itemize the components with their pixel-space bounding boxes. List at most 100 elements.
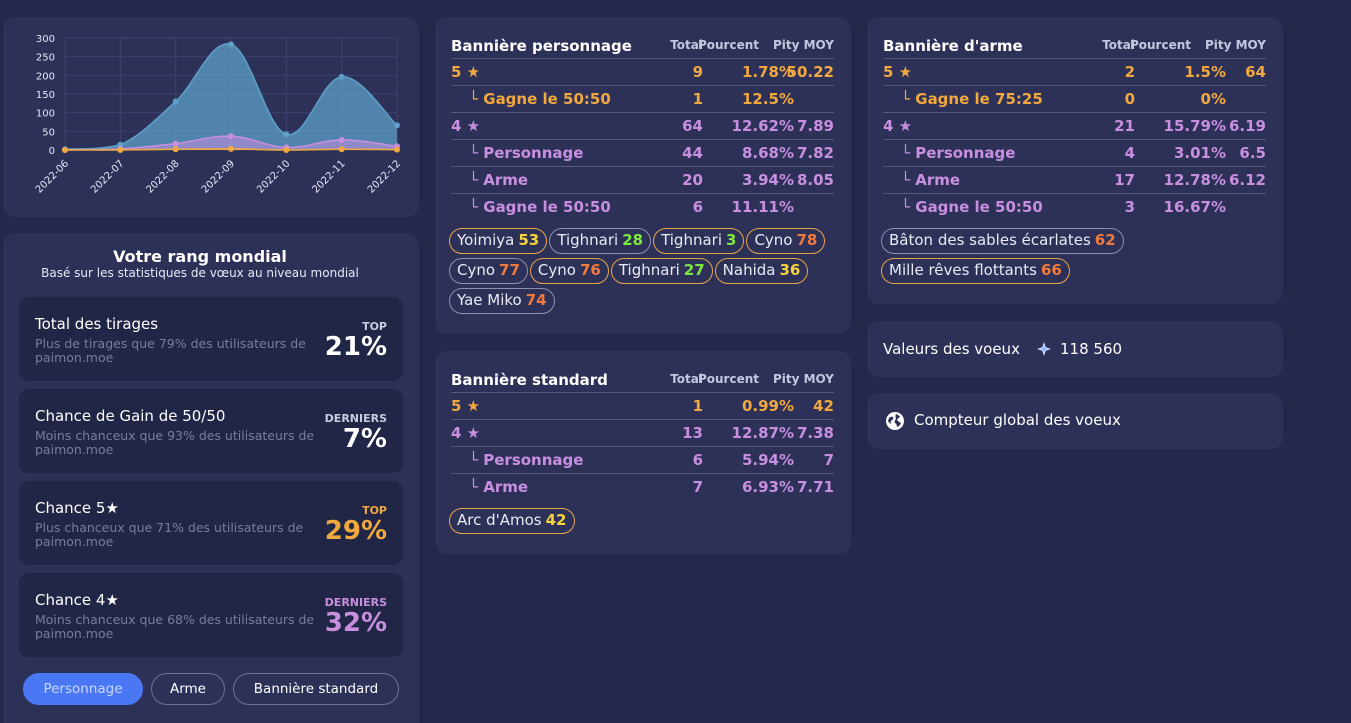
wish-history-chart: 0 50 100 150 200 250 300 2022-06 2022-07 2022-08 2… [34,34,403,196]
stat-label: └ Arme [901,171,961,189]
five-star-chip: Tighnari 3 [653,228,745,254]
five-star-chip: Cyno 77 [449,258,528,284]
chip-name: Nahida [722,261,776,279]
five-star-chips: Arc d'Amos 42 [449,508,839,538]
y-tick-label: 50 [42,127,55,138]
stat-pity: 42 [813,397,834,415]
stat-total: 1 [692,90,703,108]
banner-stat-row: └ Personnage 4 3.01% 6.5 [883,139,1266,166]
data-point [117,147,124,153]
tab-arme[interactable]: Arme [151,673,225,705]
stat-total: 4 [1124,144,1135,162]
x-tick-label: 2022-12 [366,158,403,195]
chip-name: Tighnari [661,231,722,249]
banner-stat-row: └ Gagne le 50:50 3 16.67% [883,193,1266,220]
stat-label: 5 ★ [451,63,481,81]
banner-stat-row: 4 ★ 13 12.87% 7.38 [451,419,834,446]
data-point [338,146,345,153]
five-star-chip: Tighnari 27 [610,258,713,284]
world-rank-card: Votre rang mondial Basé sur les statisti… [3,233,419,723]
globe-icon [886,412,904,430]
stat-percent: 0.99% [741,397,794,415]
chip-name: Cyno [754,231,793,249]
stat-percent: 11.11% [731,198,794,216]
stat-label: └ Gagne le 50:50 [469,198,611,216]
column-pity: Pity MOY [1204,38,1266,52]
rank-item-5050-luck: Chance de Gain de 50/50 Moins chanceux q… [19,389,403,473]
data-point [283,131,290,138]
chip-pity: 77 [499,261,520,279]
rank-item-desc: Moins chanceux que 93% des utilisateurs … [35,428,315,457]
stat-total: 6 [692,198,703,216]
stat-percent: 8.68% [741,144,794,162]
stat-label: 5 ★ [451,397,481,415]
column-pity: Pity MOY [772,372,834,386]
tab-personnage[interactable]: Personnage [23,673,143,705]
stat-label: 5 ★ [883,63,913,81]
chip-pity: 27 [683,261,705,279]
chip-pity: 74 [525,291,547,309]
column-percent: Pourcent [697,372,759,386]
y-tick-label: 300 [36,34,55,45]
character-banner-card: Bannière personnage Total Pourcent Pity … [435,17,851,334]
chip-pity: 3 [726,231,737,249]
stat-pity: 8.05 [796,171,834,189]
rank-item-4star-luck: Chance 4★ Moins chanceux que 68% des uti… [19,573,403,657]
chip-name: Arc d'Amos [457,511,542,529]
y-tick-label: 250 [36,53,55,64]
stat-pity: 7.89 [796,117,834,135]
stat-label: └ Personnage [901,144,1016,162]
rank-item-total-pulls: Total des tirages Plus de tirages que 79… [19,297,403,381]
data-point [338,73,345,80]
global-counter-label: Compteur global des voeux [914,411,1121,429]
banner-title: Bannière standard [451,371,608,389]
stat-percent: 12.78% [1163,171,1226,189]
chip-name: Mille rêves flottants [889,261,1037,279]
chip-pity: 66 [1040,261,1062,279]
stat-percent: 3.01% [1173,144,1226,162]
rank-item-value: 21% [324,332,387,362]
rank-title: Votre rang mondial [113,247,287,266]
chip-pity: 76 [579,261,601,279]
stat-percent: 12.62% [731,117,794,135]
stat-pity: 6.5 [1239,144,1266,162]
banner-stat-row: └ Arme 17 12.78% 6.12 [883,166,1266,193]
stat-label: └ Arme [469,171,529,189]
global-wish-counter-link[interactable]: Compteur global des voeux [867,393,1283,449]
chip-pity: 62 [1094,231,1116,249]
stat-total: 1 [692,397,703,415]
stat-label: └ Personnage [469,451,584,469]
banner-stat-row: 4 ★ 64 12.62% 7.89 [451,112,834,139]
five-star-chip: Mille rêves flottants 66 [881,258,1070,284]
rank-item-value: 32% [324,608,387,638]
chip-name: Tighnari [557,231,619,249]
banner-table-header: Bannière standard Total Pourcent Pity MO… [451,369,834,389]
stat-pity: 7 [823,451,834,469]
banner-title: Bannière d'arme [883,37,1023,55]
five-star-chip: Arc d'Amos 42 [449,508,575,534]
tab-standard[interactable]: Bannière standard [233,673,399,705]
stat-pity: 50.22 [786,63,834,81]
five-star-chip: Bâton des sables écarlates 62 [881,228,1124,254]
wish-history-chart-card: 0 50 100 150 200 250 300 2022-06 2022-07 2022-08 2… [3,17,419,217]
wish-value-label: Valeurs des voeux [883,340,1020,358]
banner-stat-row: └ Gagne le 75:25 0 0% [883,85,1266,112]
stat-label: └ Gagne le 50:50 [469,90,611,108]
y-tick-label: 0 [49,146,55,157]
stat-total: 7 [692,478,703,496]
rank-item-5star-luck: Chance 5★ Plus chanceux que 71% des util… [19,481,403,565]
data-point [394,146,400,153]
five-star-chip: Yoimiya 53 [449,228,548,254]
chip-name: Cyno [457,261,496,279]
five-star-chip: Cyno 76 [529,258,609,284]
data-point [394,122,400,129]
banner-stat-row: └ Gagne le 50:50 1 12.5% [451,85,834,112]
stat-label: └ Gagne le 75:25 [901,90,1043,108]
stat-total: 13 [682,424,703,442]
stat-total: 44 [682,144,703,162]
banner-stat-row: 5 ★ 9 1.78% 50.22 [451,58,834,85]
stat-label: 4 ★ [883,117,913,135]
data-point [228,41,234,48]
chip-name: Yoimiya [457,231,515,249]
rank-item-desc: Plus de tirages que 79% des utilisateurs… [35,336,306,365]
